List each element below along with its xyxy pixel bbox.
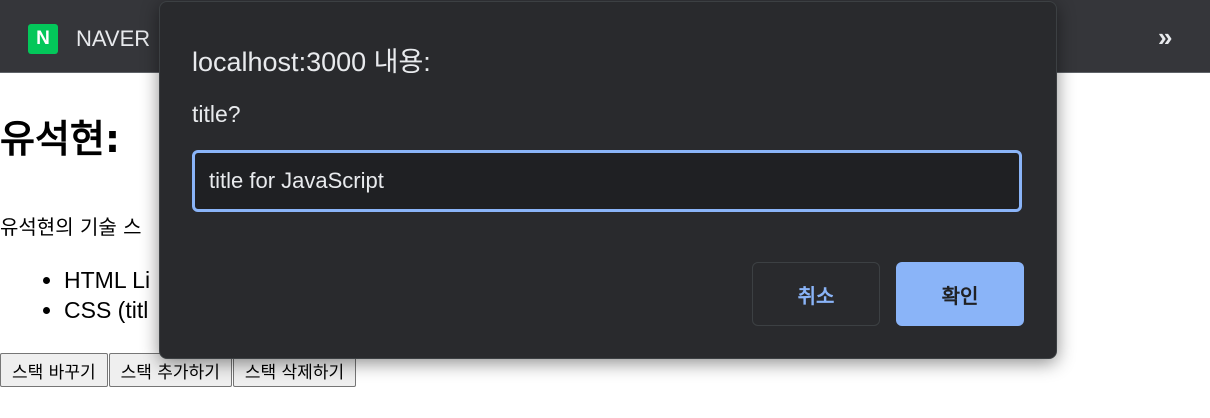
dialog-message: title? (192, 101, 241, 127)
prompt-dialog: localhost:3000 내용: title? 취소 확인 (159, 1, 1057, 359)
naver-icon: N (28, 24, 58, 54)
chevron-double-right-icon[interactable]: » (1158, 22, 1172, 53)
ok-button[interactable]: 확인 (896, 262, 1024, 326)
cancel-button[interactable]: 취소 (752, 262, 880, 326)
prompt-input[interactable] (192, 150, 1022, 212)
list-item[interactable]: HTML Li (64, 265, 150, 295)
page-description: 유석현의 기술 스 (0, 215, 142, 239)
list-item[interactable]: CSS (titl (64, 295, 150, 325)
change-stack-button[interactable]: 스택 바꾸기 (0, 353, 108, 387)
bookmark-naver[interactable]: N NAVER (28, 24, 150, 54)
dialog-title: localhost:3000 내용: (192, 47, 431, 77)
page-title: 유석현: (0, 117, 121, 161)
bookmark-label: NAVER (76, 26, 151, 51)
stack-list: HTML Li CSS (titl (40, 265, 150, 325)
